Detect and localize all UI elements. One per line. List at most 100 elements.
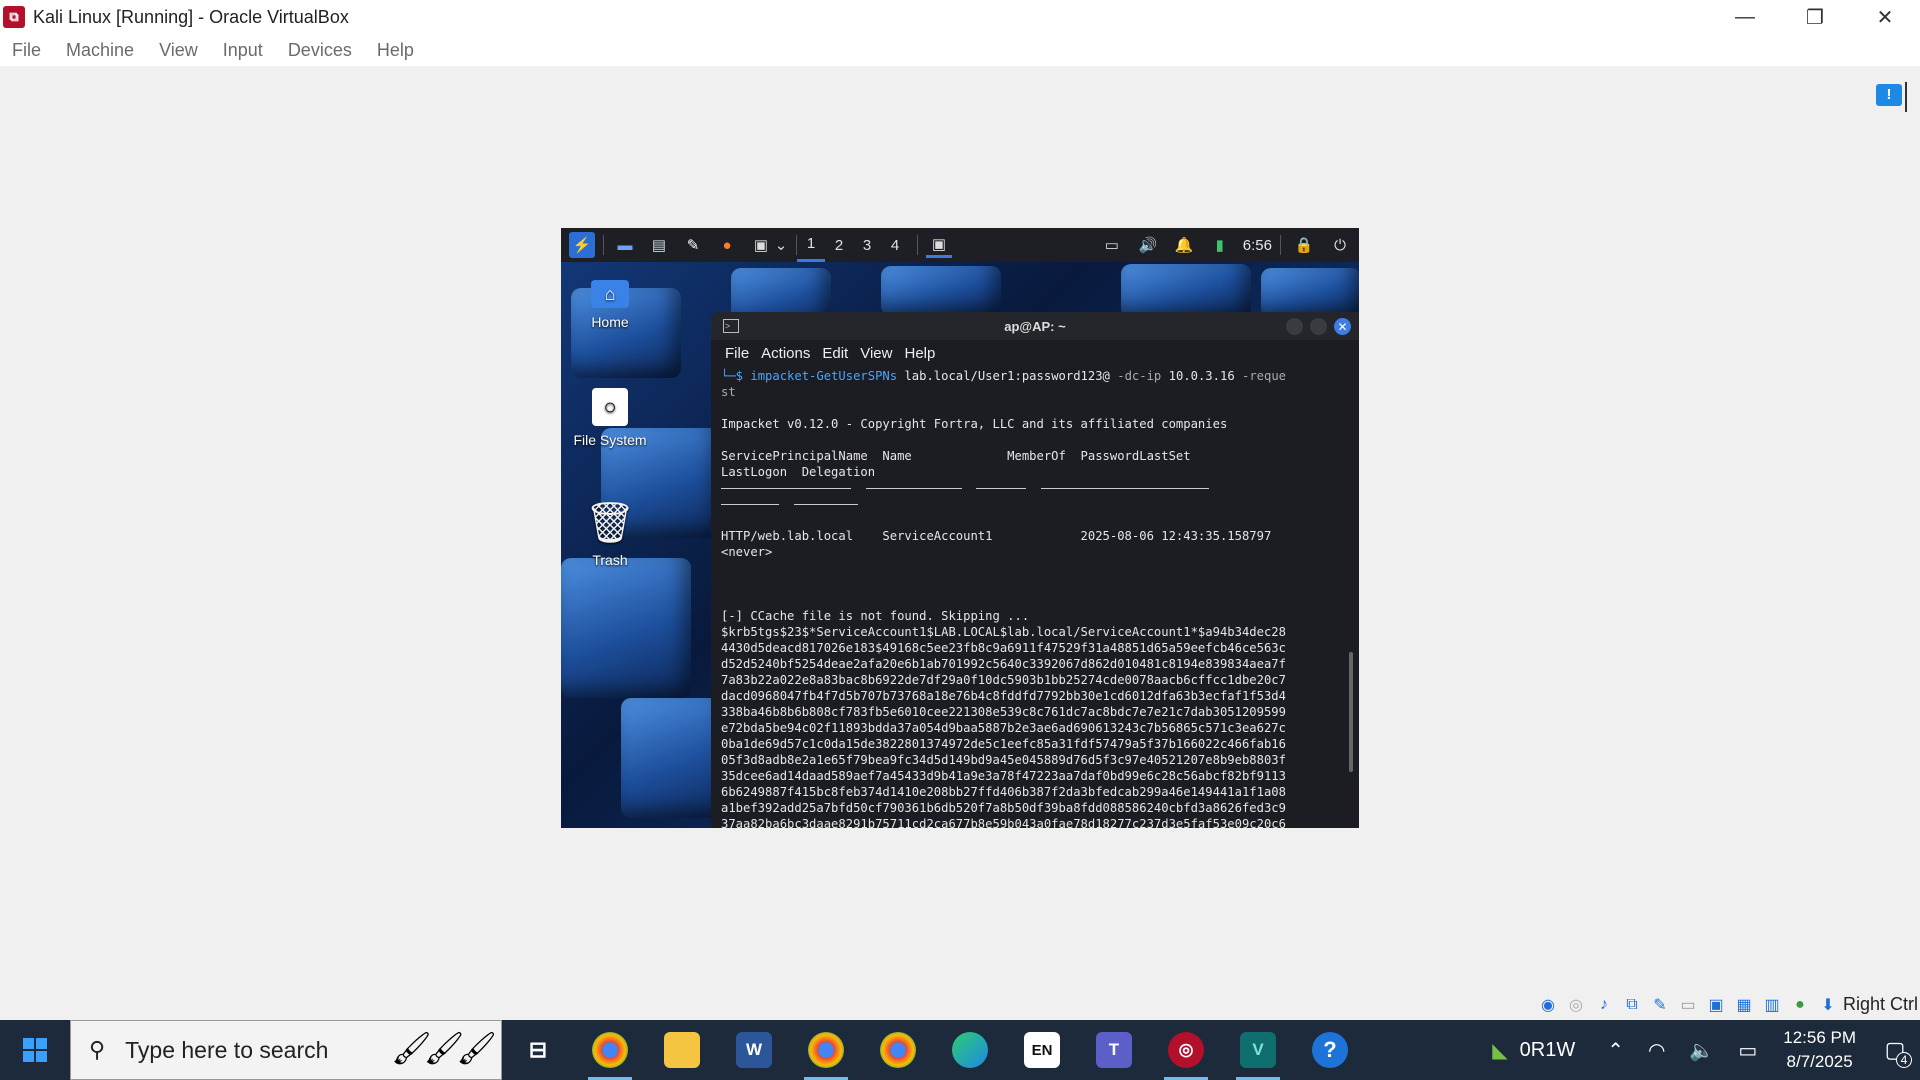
recording-icon[interactable]: ▦ (1732, 993, 1756, 1017)
battery-icon[interactable]: ▭ (1738, 1038, 1757, 1063)
virtualbox-title-bar: ⧉ Kali Linux [Running] - Oracle VirtualB… (0, 0, 1920, 34)
taskbar-chrome-profile-2[interactable] (790, 1020, 862, 1080)
mouse-integration-icon[interactable]: ● (1788, 993, 1812, 1017)
panel-separator (1280, 235, 1281, 255)
terminal-menu-actions[interactable]: Actions (761, 345, 810, 362)
desktop-icon-home[interactable]: ⌂ Home (561, 280, 665, 330)
lock-icon[interactable]: 🔒 (1291, 232, 1317, 258)
menu-help[interactable]: Help (377, 40, 414, 61)
optical-drive-icon[interactable]: ◎ (1564, 993, 1588, 1017)
guest-screen[interactable]: ⚡ ▬ ▤ ✎ ● ▣ ⌄ 1 2 3 4 ▣ ▭ 🔊 🔔 ▮ 6:56 🔒 ⏻… (561, 228, 1359, 828)
drive-icon: ○ (592, 388, 628, 426)
taskbar-search-box[interactable]: ⚲ Type here to search 🖌🖌🖌 (70, 1020, 502, 1080)
menu-devices[interactable]: Devices (288, 40, 352, 61)
chevron-up-icon[interactable]: ⌃ (1607, 1038, 1624, 1063)
terminal-maximize-button[interactable] (1310, 318, 1327, 335)
file-manager-icon[interactable]: ▤ (646, 232, 672, 258)
workspace-1[interactable]: 1 (797, 228, 825, 262)
menu-machine[interactable]: Machine (66, 40, 134, 61)
taskbar-chrome-profile-3[interactable] (862, 1020, 934, 1080)
taskbar-app-vz[interactable]: V (1222, 1020, 1294, 1080)
volume-icon[interactable]: 🔊 (1135, 232, 1161, 258)
menu-view[interactable]: View (159, 40, 198, 61)
terminal-minimize-button[interactable] (1286, 318, 1303, 335)
nvidia-tray-label[interactable]: 0R1W (1520, 1039, 1576, 1062)
window-title: Kali Linux [Running] - Oracle VirtualBox (33, 6, 349, 27)
host-key-label: Right Ctrl (1842, 994, 1918, 1014)
cpu-icon[interactable]: ▥ (1760, 993, 1784, 1017)
taskbar-chrome[interactable] (574, 1020, 646, 1080)
menu-file[interactable]: File (12, 40, 41, 61)
shared-folders-icon[interactable]: ▭ (1676, 993, 1700, 1017)
terminal-window[interactable]: > ap@AP: ~ ✕ File Actions Edit View Help… (711, 312, 1359, 828)
keyboard-icon[interactable]: ⬇ (1816, 993, 1840, 1017)
workspace-4[interactable]: 4 (881, 228, 909, 262)
notification-message-icon[interactable]: ! (1876, 84, 1902, 106)
taskbar-word[interactable]: W (718, 1020, 790, 1080)
terminal-hash-line: dacd0968047fb4f7d5b707b73768a18e76b4c8fd… (721, 689, 1286, 703)
nvidia-icon[interactable]: ◣ (1492, 1038, 1507, 1063)
power-icon[interactable]: ⏻ (1327, 232, 1353, 258)
restore-button[interactable]: ❐ (1780, 0, 1850, 34)
terminal-table-header: ServicePrincipalName Name MemberOf Passw… (721, 449, 1191, 463)
chevron-down-icon[interactable]: ⌄ (774, 232, 788, 258)
search-placeholder: Type here to search (125, 1036, 329, 1063)
terminal-ccache-line: [-] CCache file is not found. Skipping .… (721, 609, 1030, 623)
display-icon[interactable]: ▭ (1099, 232, 1125, 258)
minimize-button[interactable]: — (1710, 0, 1780, 34)
terminal-menu-file[interactable]: File (725, 345, 749, 362)
taskbar-language[interactable]: EN (1006, 1020, 1078, 1080)
taskbar-virtualbox[interactable]: ◎ (1150, 1020, 1222, 1080)
desktop-icon-label: File System (573, 432, 647, 448)
network-icon[interactable]: ⧉ (1620, 993, 1644, 1017)
audio-icon[interactable]: ♪ (1592, 993, 1616, 1017)
terminal-output[interactable]: └─$ impacket-GetUserSPNs lab.local/User1… (721, 368, 1337, 828)
taskbar-edge[interactable] (934, 1020, 1006, 1080)
kali-menu-icon[interactable]: ⚡ (569, 232, 595, 258)
action-center-button[interactable]: ▢ 4 (1870, 1020, 1920, 1080)
terminal-scrollbar[interactable] (1349, 652, 1353, 772)
terminal-hash-line: a1bef392add25a7bfd50cf790361b6db520f7a8b… (721, 801, 1286, 815)
terminal-task-icon[interactable]: ▣ (926, 232, 952, 258)
terminal-flag-wrap: st (721, 385, 736, 399)
start-button[interactable] (0, 1020, 70, 1080)
language-icon: EN (1024, 1032, 1060, 1068)
menu-input[interactable]: Input (223, 40, 263, 61)
terminal-menu-help[interactable]: Help (904, 345, 935, 362)
chrome-icon (808, 1032, 844, 1068)
usb-icon[interactable]: ✎ (1648, 993, 1672, 1017)
desktop-icon-trash[interactable]: 🗑 Trash (561, 498, 665, 569)
taskbar-clock[interactable]: 12:56 PM 8/7/2025 (1783, 1026, 1856, 1074)
workspace-2[interactable]: 2 (825, 228, 853, 262)
battery-icon[interactable]: ▮ (1207, 232, 1233, 258)
panel-separator (917, 235, 918, 255)
taskbar-file-explorer[interactable] (646, 1020, 718, 1080)
terminal-menu-edit[interactable]: Edit (822, 345, 848, 362)
terminal-menu-view[interactable]: View (860, 345, 892, 362)
bell-icon[interactable]: 🔔 (1171, 232, 1197, 258)
teams-icon: T (1096, 1032, 1132, 1068)
hard-disk-icon[interactable]: ◉ (1536, 993, 1560, 1017)
firefox-icon[interactable]: ● (714, 232, 740, 258)
terminal-close-button[interactable]: ✕ (1334, 318, 1351, 335)
volume-icon[interactable]: 🔈 (1689, 1038, 1714, 1063)
terminal-flag: -dc-ip (1109, 369, 1162, 383)
virtualbox-status-bar: ◉ ◎ ♪ ⧉ ✎ ▭ ▣ ▦ ▥ ● ⬇ Right Ctrl (0, 990, 1920, 1020)
show-desktop-icon[interactable]: ▬ (612, 232, 638, 258)
terminal-command: impacket-GetUserSPNs (750, 369, 898, 383)
workspace-3[interactable]: 3 (853, 228, 881, 262)
notification-count: 4 (1896, 1052, 1912, 1068)
text-editor-icon[interactable]: ✎ (680, 232, 706, 258)
task-view-button[interactable]: ⊟ (502, 1020, 574, 1080)
display-icon[interactable]: ▣ (1704, 993, 1728, 1017)
taskbar-teams[interactable]: T (1078, 1020, 1150, 1080)
terminal-title-bar[interactable]: > ap@AP: ~ ✕ (711, 312, 1359, 340)
terminal-command-line: └─$ impacket-GetUserSPNs lab.local/User1… (721, 368, 1337, 384)
close-button[interactable]: ✕ (1850, 0, 1920, 34)
terminal-hash-line: 4430d5deacd817026e183$49168c5ee23fb8c9a6… (721, 641, 1286, 655)
desktop-icon-file-system[interactable]: ○ File System (561, 388, 665, 448)
wifi-icon[interactable]: ◠ (1648, 1038, 1665, 1063)
terminal-launcher-icon[interactable]: ▣ (748, 232, 774, 258)
panel-clock[interactable]: 6:56 (1243, 237, 1272, 254)
taskbar-help[interactable]: ? (1294, 1020, 1366, 1080)
